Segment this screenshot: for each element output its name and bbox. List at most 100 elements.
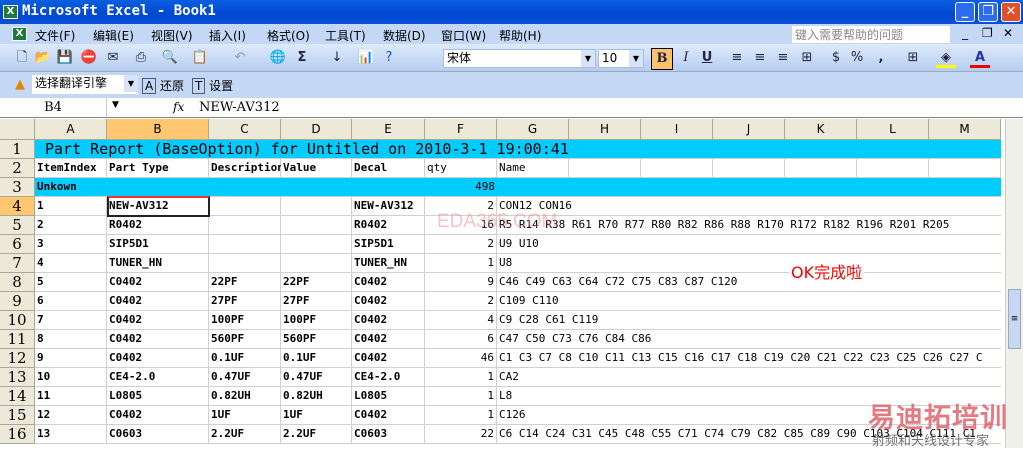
data-cell[interactable]: L0805: [352, 387, 424, 406]
data-cell[interactable]: CE4-2.0: [107, 368, 208, 387]
data-cell[interactable]: CE4-2.0: [352, 368, 424, 387]
data-cell[interactable]: 27PF: [209, 292, 280, 311]
row-header-10[interactable]: 10: [0, 311, 35, 330]
align-left-icon[interactable]: ≡: [727, 48, 747, 68]
data-cell[interactable]: TUNER_HN: [107, 254, 208, 273]
cell[interactable]: [497, 178, 569, 197]
borders-icon[interactable]: ⊞: [903, 48, 923, 68]
sort-ascending-icon[interactable]: ↓: [327, 48, 347, 68]
font-size-select[interactable]: 10 ▼: [598, 49, 644, 68]
data-cell[interactable]: 1UF: [209, 406, 280, 425]
data-cell[interactable]: C0402: [107, 349, 208, 368]
merge-center-icon[interactable]: ⊞: [797, 48, 817, 68]
row-header-4[interactable]: 4: [0, 197, 35, 216]
doc-minimize-icon[interactable]: _: [962, 26, 968, 40]
underline-button[interactable]: U: [697, 48, 717, 68]
column-header-H[interactable]: H: [569, 119, 641, 140]
data-cell[interactable]: 11: [35, 387, 106, 406]
cell[interactable]: [713, 178, 785, 197]
column-header-C[interactable]: C: [209, 119, 281, 140]
column-header-L[interactable]: L: [857, 119, 929, 140]
data-cell[interactable]: C46 C49 C63 C64 C72 C75 C83 C87 C120: [497, 273, 1001, 291]
cell[interactable]: [209, 216, 281, 235]
data-cell[interactable]: C109 C110: [497, 292, 1001, 310]
data-cell[interactable]: C0402: [352, 311, 424, 330]
cell[interactable]: [929, 178, 1001, 197]
doc-close-icon[interactable]: ✕: [1003, 26, 1013, 40]
help-icon[interactable]: ?: [379, 48, 399, 68]
font-color-icon[interactable]: A: [970, 48, 990, 68]
new-icon[interactable]: 🗋: [12, 48, 32, 68]
data-cell[interactable]: C9 C28 C61 C119: [497, 311, 1001, 329]
column-header-K[interactable]: K: [785, 119, 857, 140]
data-cell[interactable]: 0.47UF: [281, 368, 351, 387]
comma-icon[interactable]: ,: [871, 48, 891, 68]
data-cell[interactable]: SIP5D1: [352, 235, 424, 254]
translate-settings-button[interactable]: T 设置: [192, 77, 233, 94]
menu-view[interactable]: 视图(V): [151, 27, 193, 44]
column-header-E[interactable]: E: [352, 119, 425, 140]
align-right-icon[interactable]: ≡: [773, 48, 793, 68]
group-label-cell[interactable]: Unkown: [35, 178, 185, 197]
data-cell[interactable]: 1UF: [281, 406, 351, 425]
data-cell[interactable]: C0402: [107, 406, 208, 425]
cell[interactable]: [785, 178, 857, 197]
data-cell[interactable]: CA2: [497, 368, 1001, 386]
data-cell[interactable]: C0603: [352, 425, 424, 444]
scroll-thumb[interactable]: ≡: [1008, 289, 1021, 349]
data-cell[interactable]: C0603: [107, 425, 208, 444]
data-cell[interactable]: 4: [35, 254, 106, 273]
data-cell[interactable]: 2.2UF: [209, 425, 280, 444]
font-name-select[interactable]: 宋体 ▼: [443, 49, 596, 68]
data-cell[interactable]: 0.47UF: [209, 368, 280, 387]
cell[interactable]: [281, 178, 352, 197]
data-cell[interactable]: C0402: [352, 349, 424, 368]
research-icon[interactable]: 🔍: [160, 48, 180, 68]
hyperlink-icon[interactable]: 🌐: [268, 48, 288, 68]
cell[interactable]: [209, 254, 281, 273]
email-icon[interactable]: ✉: [103, 48, 123, 68]
header-cell[interactable]: Name: [497, 159, 897, 178]
cell[interactable]: [281, 197, 352, 216]
cell[interactable]: [929, 159, 1001, 178]
header-cell[interactable]: ItemIndex: [35, 159, 107, 178]
column-header-B[interactable]: B: [107, 119, 209, 140]
cell[interactable]: [857, 178, 929, 197]
menu-help[interactable]: 帮助(H): [499, 27, 541, 44]
data-cell[interactable]: 13: [35, 425, 106, 444]
row-header-14[interactable]: 14: [0, 387, 35, 406]
align-center-icon[interactable]: ≡: [750, 48, 770, 68]
data-cell[interactable]: C47 C50 C73 C76 C84 C86: [497, 330, 1001, 348]
restore-button[interactable]: ❐: [978, 2, 998, 22]
data-cell[interactable]: 12: [35, 406, 106, 425]
column-header-D[interactable]: D: [281, 119, 352, 140]
data-cell[interactable]: R0402: [352, 216, 424, 235]
group-qty-cell[interactable]: 498: [425, 178, 497, 197]
data-cell[interactable]: L0805: [107, 387, 208, 406]
select-all-button[interactable]: [0, 119, 35, 140]
minimize-button[interactable]: _: [955, 2, 975, 22]
data-cell[interactable]: 0.82UH: [209, 387, 280, 406]
italic-button[interactable]: I: [676, 48, 696, 68]
menu-format[interactable]: 格式(O): [267, 27, 310, 44]
cell[interactable]: [281, 254, 352, 273]
data-cell[interactable]: 5: [35, 273, 106, 292]
data-cell[interactable]: 2: [425, 235, 496, 254]
menu-window[interactable]: 窗口(W): [441, 27, 486, 44]
row-header-6[interactable]: 6: [0, 235, 35, 254]
undo-icon[interactable]: ↶: [230, 48, 250, 68]
data-cell[interactable]: 6: [35, 292, 106, 311]
header-cell[interactable]: Description: [209, 159, 281, 178]
row-header-12[interactable]: 12: [0, 349, 35, 368]
data-cell[interactable]: 100PF: [281, 311, 351, 330]
data-cell[interactable]: 6: [425, 330, 496, 349]
save-icon[interactable]: 💾: [55, 48, 75, 68]
data-cell[interactable]: 2.2UF: [281, 425, 351, 444]
column-header-J[interactable]: J: [713, 119, 785, 140]
data-cell[interactable]: C0402: [107, 311, 208, 330]
cell[interactable]: [569, 178, 641, 197]
header-cell[interactable]: Decal: [352, 159, 425, 178]
cell[interactable]: [281, 216, 352, 235]
data-cell[interactable]: 27PF: [281, 292, 351, 311]
menu-tools[interactable]: 工具(T): [325, 27, 366, 44]
